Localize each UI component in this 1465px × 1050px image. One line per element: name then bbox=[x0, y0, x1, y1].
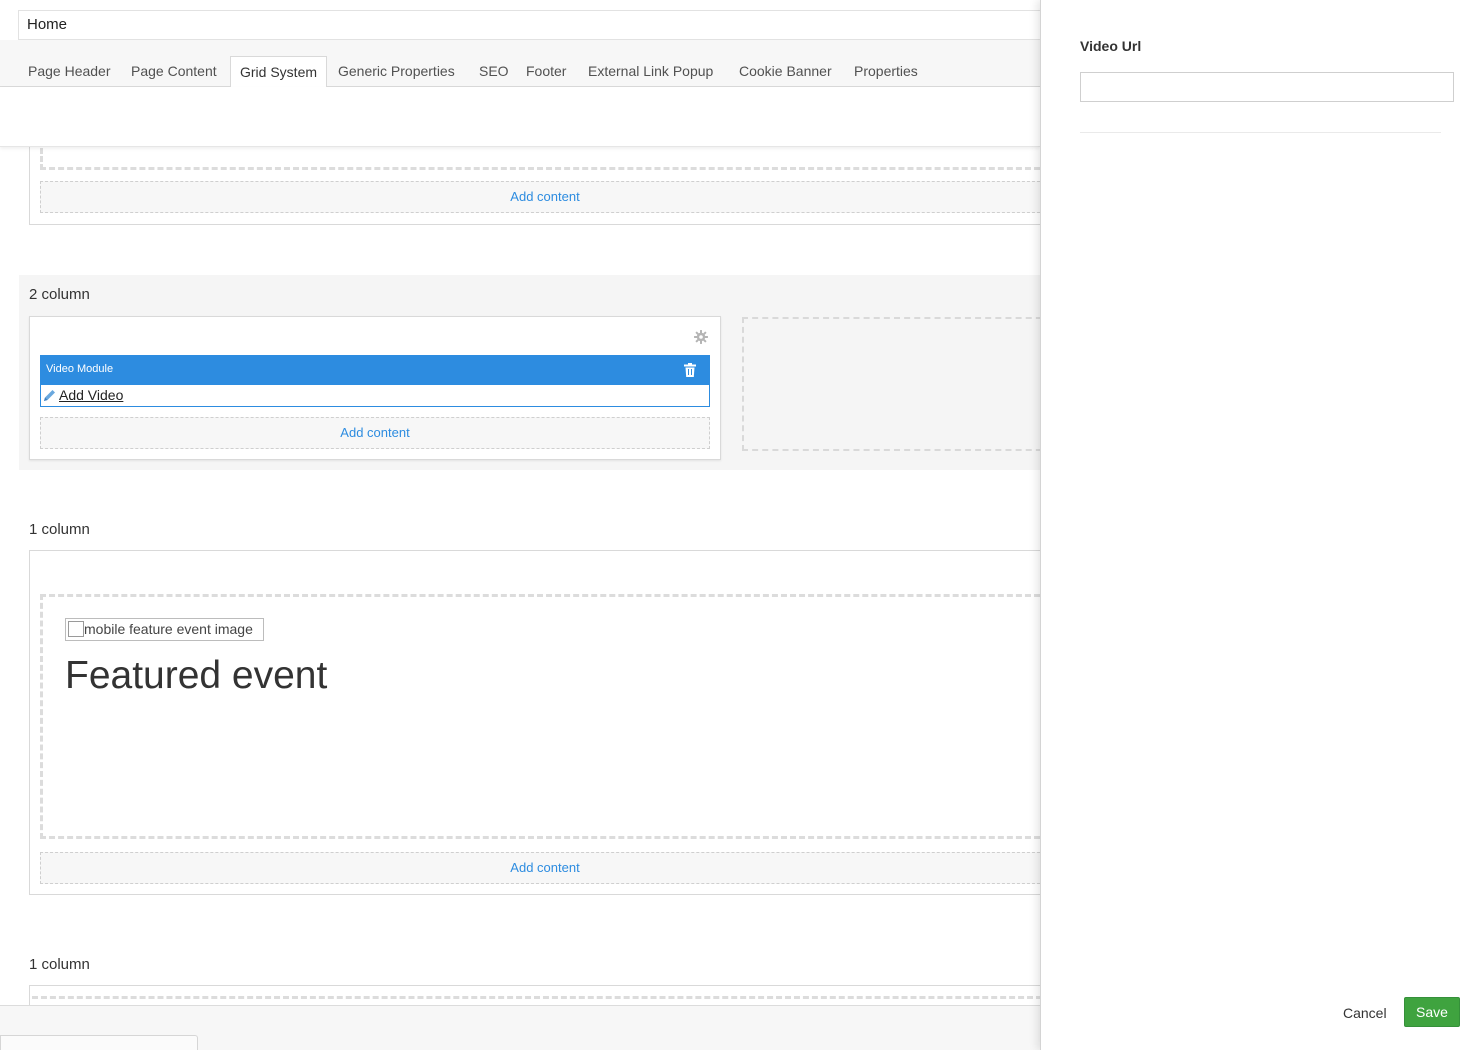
page-name-bar[interactable]: Home bbox=[18, 10, 1040, 40]
row-label: 2 column bbox=[29, 286, 90, 303]
page-name: Home bbox=[27, 16, 68, 33]
broken-image: mobile feature event image bbox=[65, 618, 264, 641]
grid-cell-single[interactable] bbox=[29, 550, 1040, 895]
gear-icon[interactable] bbox=[694, 330, 708, 344]
add-video-link[interactable]: Add Video bbox=[59, 387, 123, 403]
dashed-border bbox=[32, 996, 1040, 999]
video-url-label: Video Url bbox=[1080, 38, 1142, 54]
tab-bar: Page Header Page Content Grid System Gen… bbox=[0, 40, 1040, 88]
trash-icon[interactable] bbox=[682, 362, 698, 378]
video-module-title: Video Module bbox=[46, 363, 114, 375]
row-label: 1 column bbox=[29, 956, 90, 973]
content-editor: Home Page Header Page Content Grid Syste… bbox=[0, 0, 1040, 1050]
dashed-border bbox=[40, 594, 43, 839]
dashed-border bbox=[40, 594, 1040, 597]
tab-footer[interactable]: Footer bbox=[517, 56, 575, 87]
dashed-border bbox=[40, 167, 1040, 170]
tab-cookie-banner[interactable]: Cookie Banner bbox=[730, 56, 841, 87]
broken-image-icon bbox=[68, 621, 84, 637]
add-content-button[interactable]: Add content bbox=[40, 852, 1040, 884]
dashed-border bbox=[40, 836, 1040, 839]
video-module-header: Video Module bbox=[40, 355, 710, 385]
tab-properties[interactable]: Properties bbox=[845, 56, 927, 87]
tab-generic-properties[interactable]: Generic Properties bbox=[329, 56, 464, 87]
featured-event-heading: Featured event bbox=[65, 654, 328, 697]
divider bbox=[1080, 132, 1441, 133]
cancel-button[interactable]: Cancel bbox=[1337, 1000, 1393, 1026]
editor-toolbar bbox=[0, 87, 1040, 147]
row-label: 1 column bbox=[29, 521, 90, 538]
tab-seo[interactable]: SEO bbox=[470, 56, 518, 87]
video-url-dialog: Video Url Cancel Save bbox=[1040, 0, 1465, 1050]
grid-cell-right-empty[interactable] bbox=[742, 317, 1040, 451]
pencil-icon bbox=[44, 390, 55, 401]
video-module-body: Add Video bbox=[40, 385, 710, 407]
tab-page-content[interactable]: Page Content bbox=[122, 56, 226, 87]
footer-tab[interactable] bbox=[0, 1035, 198, 1050]
tab-page-header[interactable]: Page Header bbox=[19, 56, 120, 87]
tab-external-link-popup[interactable]: External Link Popup bbox=[579, 56, 722, 87]
save-button[interactable]: Save bbox=[1404, 997, 1460, 1027]
add-content-button[interactable]: Add content bbox=[40, 417, 710, 449]
tab-grid-system[interactable]: Grid System bbox=[230, 56, 328, 88]
add-content-button[interactable]: Add content bbox=[40, 181, 1040, 213]
image-alt-text: mobile feature event image bbox=[84, 621, 253, 637]
video-url-input[interactable] bbox=[1080, 72, 1454, 102]
